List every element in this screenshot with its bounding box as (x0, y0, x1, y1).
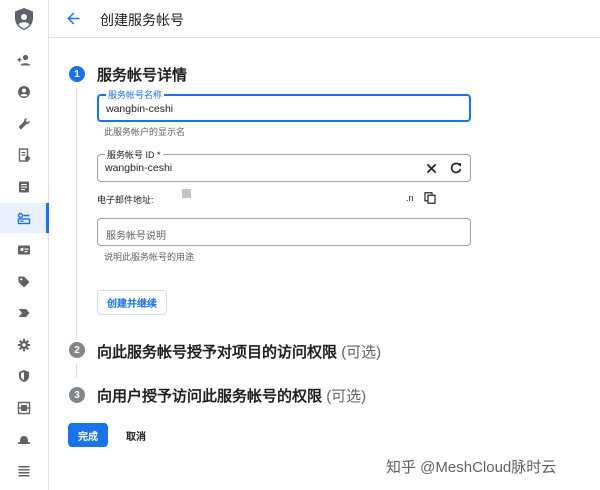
step-3-optional: (可选) (326, 388, 367, 405)
create-and-continue-button[interactable]: 创建并继续 (97, 290, 167, 315)
sidebar-item-audit-logs[interactable] (0, 456, 48, 486)
sidebar-item-privacy-security[interactable] (0, 361, 48, 391)
service-account-name-label: 服务帐号名称 (106, 88, 165, 101)
cancel-button[interactable]: 取消 (118, 423, 154, 447)
copy-email-button[interactable] (421, 189, 439, 207)
regenerate-id-button[interactable] (447, 159, 465, 177)
description-placeholder: 服务帐号说明 (106, 231, 166, 242)
hat-icon (18, 436, 30, 444)
step-3-title[interactable]: 向用户授予访问此服务帐号的权限 (可选) (97, 385, 366, 406)
service-account-id-value: wangbin-ceshi (105, 162, 173, 174)
service-account-id-field[interactable]: 服务帐号 ID * wangbin-ceshi (97, 148, 471, 182)
side-nav (0, 0, 49, 490)
sidebar-item-tags[interactable] (0, 298, 48, 328)
page-header: 创建服务帐号 (49, 0, 600, 38)
close-icon (426, 163, 436, 173)
email-domain-suffix: .n (406, 193, 414, 203)
policy-icon (17, 401, 31, 415)
sidebar-item-org-policies[interactable] (0, 172, 48, 202)
refresh-icon (450, 162, 462, 174)
description-field[interactable]: 服务帐号说明 (97, 218, 471, 246)
sidebar-item-workload-identity[interactable] (0, 235, 48, 265)
tag-icon (18, 276, 30, 288)
step-2-title[interactable]: 向此服务帐号授予对项目的访问权限 (可选) (97, 341, 381, 362)
settings-gear-icon (17, 338, 31, 352)
sidebar-item-troubleshooter[interactable] (0, 109, 48, 139)
receipt-icon (18, 148, 30, 162)
id-card-icon (18, 245, 30, 255)
shield-icon (19, 370, 29, 382)
email-label: 电子邮件地址: (97, 195, 154, 205)
service-account-name-hint: 此服务帐户的显示名 (104, 127, 186, 137)
sidebar-item-identity[interactable] (0, 77, 48, 107)
sidebar-item-policy-analyzer[interactable] (0, 140, 48, 170)
sidebar-item-iam[interactable] (0, 45, 48, 75)
watermark: 知乎 @MeshCloud脉时云 (386, 459, 557, 476)
step-3-title-text: 向用户授予访问此服务帐号的权限 (97, 388, 323, 405)
clear-id-button[interactable] (422, 159, 440, 177)
back-button[interactable] (63, 8, 83, 28)
page-title: 创建服务帐号 (100, 12, 184, 28)
iam-shield-logo-icon (13, 7, 35, 31)
done-button[interactable]: 完成 (68, 423, 108, 447)
service-account-name-field[interactable]: 服务帐号名称 wangbin-ceshi (97, 88, 471, 122)
arrow-back-icon (66, 12, 80, 24)
sidebar-item-settings[interactable] (0, 330, 48, 360)
wrench-icon (18, 118, 30, 130)
article-icon (19, 181, 29, 193)
sidebar-item-roles[interactable] (0, 425, 48, 455)
sidebar-item-identity-aware-proxy[interactable] (0, 393, 48, 423)
sidebar-item-service-accounts[interactable] (0, 203, 49, 233)
sidebar-item-labels[interactable] (0, 267, 48, 297)
service-account-icon (17, 212, 31, 225)
service-account-id-label: 服务帐号 ID * (105, 148, 163, 161)
list-icon (18, 466, 30, 477)
step-1-number: 1 (69, 66, 85, 82)
copy-icon (424, 192, 436, 204)
account-circle-icon (18, 86, 30, 98)
step-3-number: 3 (69, 387, 85, 403)
email-redaction-block (182, 189, 191, 198)
step-2-optional: (可选) (341, 344, 382, 361)
person-add-icon (17, 54, 31, 66)
step-2-title-text: 向此服务帐号授予对项目的访问权限 (97, 344, 338, 361)
step-connector-2 (76, 364, 77, 378)
step-1-title[interactable]: 服务帐号详情 (97, 64, 187, 85)
step-2-number: 2 (69, 342, 85, 358)
label-icon (18, 309, 30, 317)
step-connector (76, 88, 77, 338)
service-account-name-value: wangbin-ceshi (106, 103, 174, 115)
description-hint: 说明此服务帐号的用途 (104, 252, 195, 262)
